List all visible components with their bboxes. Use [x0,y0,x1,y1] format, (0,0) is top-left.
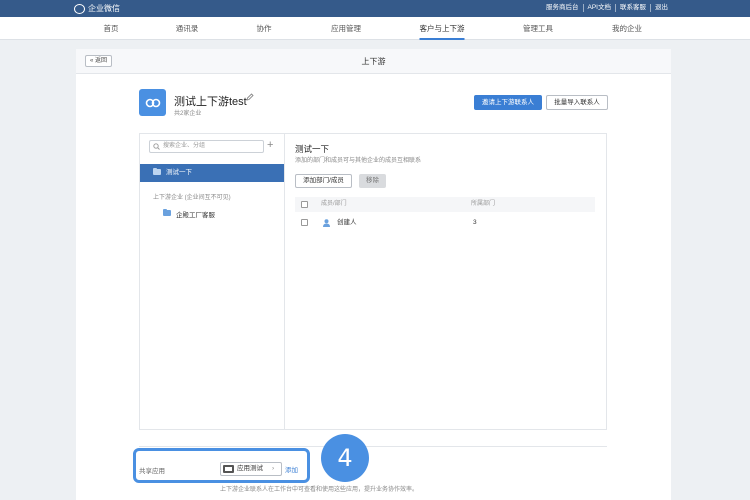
select-all-checkbox[interactable] [301,201,308,208]
link-provider-backend[interactable]: 服务商后台 [542,4,583,12]
nav-home[interactable]: 首页 [104,17,119,40]
group-subtitle: 共2家企业 [174,111,202,117]
nav-management-tools[interactable]: 管理工具 [523,17,553,40]
logo-text: 企业微信 [88,4,120,13]
link-rings-icon [145,98,160,107]
main-nav: 首页 通讯录 协作 应用管理 客户与上下游 管理工具 我的企业 [0,17,750,40]
pencil-edit-icon[interactable] [246,93,254,101]
group-avatar [139,89,166,116]
section-title: 测试一下 [295,144,330,154]
divider [139,446,607,447]
shared-app-chip[interactable]: 应用测试 › [220,462,282,476]
content-panel: « 返回 上下游 测试上下游test 共2家企业 邀请上下游联系人 批量导入联系… [76,49,671,500]
page-title: 上下游 [361,57,386,66]
step-badge: 4 [321,434,369,482]
nav-app-management[interactable]: 应用管理 [331,17,361,40]
add-member-button[interactable]: 添加部门/成员 [295,174,352,188]
tree-item-selected[interactable]: 测试一下 [140,164,284,182]
folder-icon [163,208,171,216]
person-icon [323,219,330,227]
search-input[interactable]: 搜索企业、分组 [149,140,264,153]
wework-logo-icon [74,3,85,14]
add-group-icon[interactable]: + [267,139,273,151]
enterprise-sidebar: 搜索企业、分组 + 测试一下 上下游企业 (企业间互不可见) 企殿工厂客服 [140,134,285,429]
nav-collaboration[interactable]: 协作 [257,17,272,40]
member-name: 创建人 [337,219,357,226]
tree-item-enterprise[interactable]: 企殿工厂客服 [176,209,215,219]
invite-contacts-button[interactable]: 邀请上下游联系人 [474,95,542,110]
chevron-right-icon: › [272,465,275,472]
search-icon [153,143,160,150]
folder-icon [153,167,161,175]
nav-contacts[interactable]: 通讯录 [176,17,199,40]
nav-customers-partners[interactable]: 客户与上下游 [419,17,465,40]
group-name: 测试上下游test [174,96,247,108]
app-icon [223,465,234,473]
tree-item-label: 测试一下 [166,169,192,176]
add-app-link[interactable]: 添加 [285,464,298,474]
top-bar: 企业微信 服务商后台 API文档 联系客服 退出 [0,0,750,17]
column-header-member: 成员/部门 [321,201,347,207]
nav-my-enterprise[interactable]: 我的企业 [612,17,642,40]
row-checkbox[interactable] [301,219,308,226]
link-logout[interactable]: 退出 [650,4,672,12]
top-links: 服务商后台 API文档 联系客服 退出 [542,4,672,12]
column-header-dept: 所属部门 [471,201,496,207]
link-contact-support[interactable]: 联系客服 [615,4,650,12]
logo[interactable]: 企业微信 [74,3,120,14]
shared-apps-label: 共享应用 [139,468,165,475]
panel-header: « 返回 上下游 [76,49,671,74]
link-api-docs[interactable]: API文档 [582,4,615,12]
members-box: 搜索企业、分组 + 测试一下 上下游企业 (企业间互不可见) 企殿工厂客服 测试… [139,133,607,430]
app-name: 应用测试 [237,465,263,472]
member-dept: 3 [473,219,477,226]
enterprise-section-label: 上下游企业 (企业间互不可见) [153,195,231,201]
shared-apps-footnote: 上下游企业联系人在工作台中可查看和使用这些应用，提升业务协作效率。 [220,487,419,493]
search-placeholder: 搜索企业、分组 [163,143,206,149]
remove-button[interactable]: 移除 [359,174,386,188]
batch-import-button[interactable]: 批量导入联系人 [546,95,608,110]
section-subtitle: 添加的部门和成员可与其他企业的成员互相联系 [295,158,422,164]
